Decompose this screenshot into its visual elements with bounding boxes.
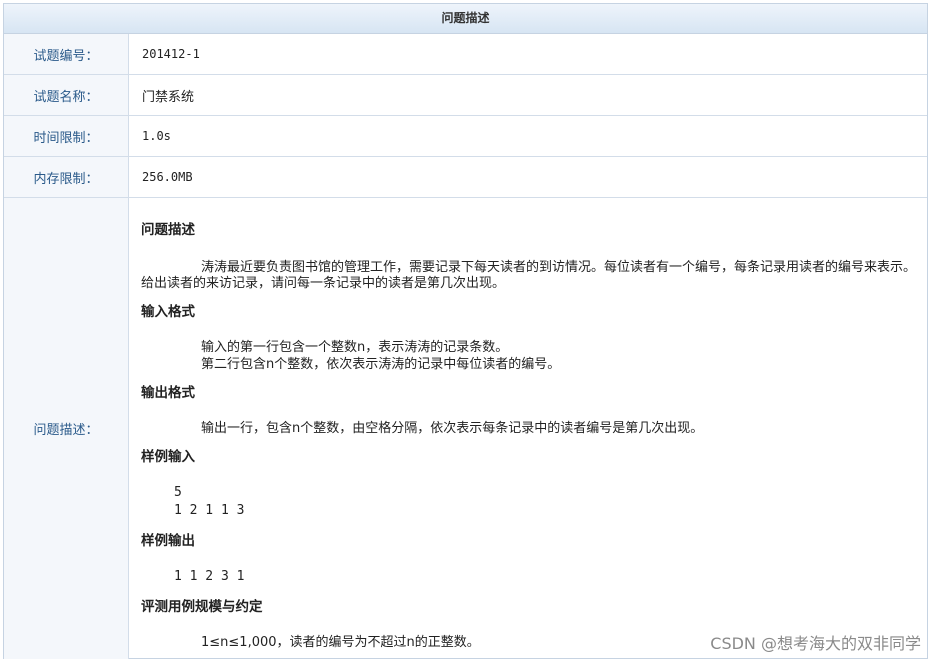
sample-input-line-1: 5 — [174, 485, 182, 500]
value-problem-name: 门禁系统 — [142, 89, 195, 105]
section-title-input: 输入格式 — [141, 304, 195, 320]
label-problem-id: 试题编号： — [4, 34, 129, 74]
problem-table: 问题描述 试题编号： 201412-1 试题名称： 门禁系统 时间限制： 1.0… — [3, 3, 928, 659]
sample-input-line-2: 1 2 1 1 3 — [174, 503, 245, 518]
row-description: 问题描述： 问题描述 涛涛最近要负责图书馆的管理工作，需要记录下每天读者的到访情… — [4, 198, 927, 659]
scale-text: 1≤n≤1,000，读者的编号为不超过n的正整数。 — [201, 635, 480, 650]
row-problem-name: 试题名称： 门禁系统 — [4, 75, 927, 116]
section-title-sample-input: 样例输入 — [141, 449, 195, 465]
section-title-sample-output: 样例输出 — [141, 533, 195, 549]
section-title-output: 输出格式 — [141, 385, 195, 401]
table-header: 问题描述 — [4, 4, 927, 34]
label-memory-limit: 内存限制： — [4, 157, 129, 197]
row-problem-id: 试题编号： 201412-1 — [4, 34, 927, 75]
sample-output: 1 1 2 3 1 — [174, 569, 245, 584]
value-memory-limit: 256.0MB — [142, 170, 193, 184]
value-problem-id: 201412-1 — [142, 47, 200, 61]
section-title-description: 问题描述 — [141, 222, 195, 238]
value-time-limit: 1.0s — [142, 129, 171, 143]
input-line-2: 第二行包含n个整数，依次表示涛涛的记录中每位读者的编号。 — [201, 357, 561, 372]
watermark: CSDN @想考海大的双非同学 — [710, 634, 921, 653]
row-time-limit: 时间限制： 1.0s — [4, 116, 927, 157]
output-text: 输出一行，包含n个整数，由空格分隔，依次表示每条记录中的读者编号是第几次出现。 — [201, 421, 704, 436]
label-description: 问题描述： — [4, 198, 129, 659]
label-time-limit: 时间限制： — [4, 116, 129, 156]
section-title-scale: 评测用例规模与约定 — [141, 599, 263, 615]
description-text: 涛涛最近要负责图书馆的管理工作，需要记录下每天读者的到访情况。每位读者有一个编号… — [141, 260, 917, 291]
label-problem-name: 试题名称： — [4, 75, 129, 115]
row-memory-limit: 内存限制： 256.0MB — [4, 157, 927, 198]
input-line-1: 输入的第一行包含一个整数n，表示涛涛的记录条数。 — [201, 340, 509, 355]
